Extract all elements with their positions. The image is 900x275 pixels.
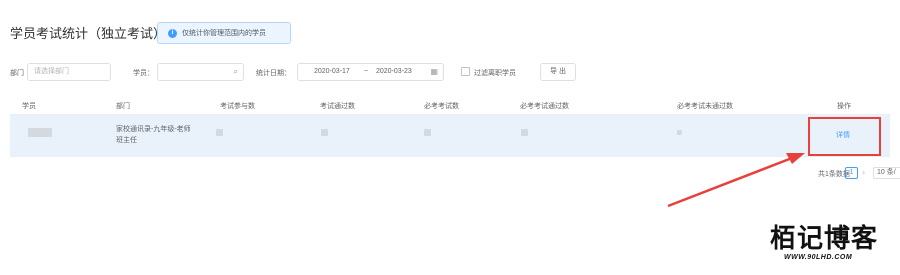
page-number-current[interactable]: 1 <box>845 167 858 179</box>
watermark-url: WWW.90LHD.COM <box>784 254 853 261</box>
next-page-icon[interactable]: › <box>862 167 865 177</box>
prev-page-icon[interactable]: ‹ <box>836 167 839 177</box>
watermark-title: 栢记博客 <box>770 224 879 254</box>
page-size-select[interactable]: 10 条/页 <box>873 167 900 179</box>
pagination: 共1条数据 ‹ 1 › 10 条/页 <box>0 167 900 181</box>
annotation-arrow <box>667 153 805 208</box>
annotation-arrow-line <box>667 156 793 208</box>
watermark-logo: 栢记博客 WWW.90LHD.COM <box>766 218 900 275</box>
